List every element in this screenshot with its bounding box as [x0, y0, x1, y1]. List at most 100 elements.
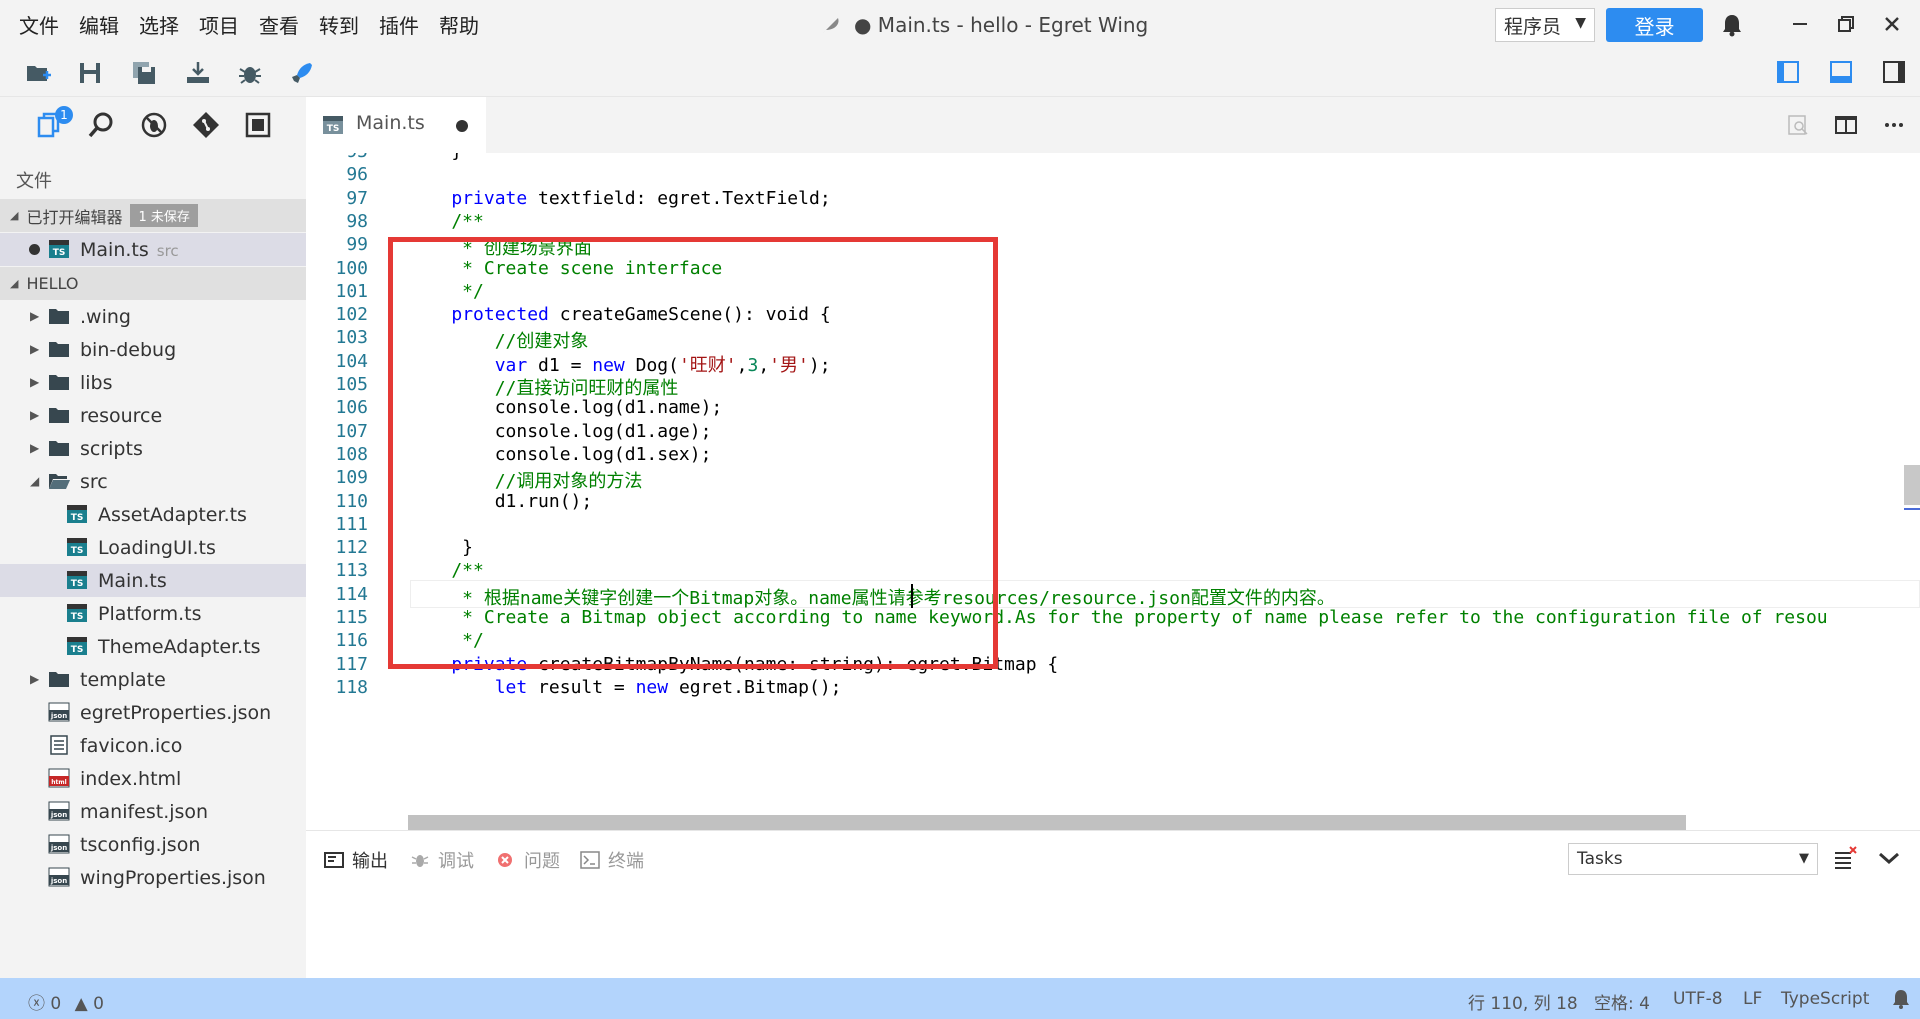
- svg-text:json: json: [50, 844, 67, 852]
- tab-problems[interactable]: 问题: [496, 847, 560, 873]
- language-mode[interactable]: TypeScript: [1781, 989, 1869, 1009]
- clear-output-icon[interactable]: [1832, 845, 1858, 871]
- chevron-right-icon[interactable]: ▶: [30, 441, 39, 455]
- tasks-select[interactable]: Tasks ▼: [1568, 843, 1818, 875]
- rocket-icon[interactable]: [288, 59, 316, 87]
- more-actions-icon[interactable]: [1882, 113, 1906, 137]
- tree-item[interactable]: ▶ template: [0, 663, 306, 696]
- tab-terminal[interactable]: 终端: [580, 847, 644, 873]
- tree-item[interactable]: ▶ resource: [0, 399, 306, 432]
- tree-item[interactable]: json manifest.json: [0, 795, 306, 828]
- chevron-right-icon[interactable]: ▶: [30, 342, 39, 356]
- vertical-scrollbar-thumb[interactable]: [1904, 465, 1920, 505]
- encoding[interactable]: UTF-8: [1673, 989, 1723, 1009]
- tree-item[interactable]: ◢ src: [0, 465, 306, 498]
- menu-item[interactable]: 转到: [312, 10, 372, 39]
- tree-item-label: bin-debug: [80, 338, 177, 361]
- tree-item-label: resource: [80, 404, 163, 427]
- menu-item[interactable]: 文件: [12, 10, 72, 39]
- no-bug-icon[interactable]: [138, 109, 170, 141]
- tree-item[interactable]: TS AssetAdapter.ts: [0, 498, 306, 531]
- minimize-icon[interactable]: [1786, 10, 1814, 38]
- open-editors-header[interactable]: ◢ 已打开编辑器 1 未保存: [0, 199, 306, 232]
- indentation[interactable]: 空格: 4: [1594, 989, 1650, 1014]
- egret-wing-window: 文件 编辑 选择 项目 查看 转到 插件 帮助 ● Main.ts - hello - Egr…: [0, 0, 1920, 1019]
- tab-terminal-label: 终端: [608, 851, 644, 872]
- git-icon[interactable]: [190, 109, 222, 141]
- open-editor-item-main-ts[interactable]: TS Main.ts src: [0, 233, 306, 266]
- tab-main-ts[interactable]: TS Main.ts: [306, 97, 486, 153]
- tree-item[interactable]: json tsconfig.json: [0, 828, 306, 861]
- close-icon[interactable]: [1878, 10, 1906, 38]
- line-number: 99: [346, 234, 368, 256]
- split-editor-icon[interactable]: [1834, 113, 1858, 137]
- menu-item[interactable]: 选择: [132, 10, 192, 39]
- html-file-icon: html: [48, 768, 70, 788]
- project-header[interactable]: ◢ HELLO: [0, 267, 306, 300]
- tree-item-label: manifest.json: [80, 800, 209, 823]
- login-button[interactable]: 登录: [1606, 8, 1703, 42]
- save-all-icon[interactable]: [130, 59, 158, 87]
- tree-item[interactable]: TS Platform.ts: [0, 597, 306, 630]
- line-number: 113: [335, 560, 368, 582]
- horizontal-scrollbar[interactable]: [408, 815, 1686, 830]
- download-icon[interactable]: [184, 59, 212, 87]
- menu-item[interactable]: 查看: [252, 10, 312, 39]
- line-number: 115: [335, 607, 368, 628]
- save-icon[interactable]: [76, 59, 104, 87]
- role-select[interactable]: 程序员 ▼: [1495, 8, 1595, 42]
- tree-item[interactable]: json wingProperties.json: [0, 861, 306, 894]
- menu-item[interactable]: 项目: [192, 10, 252, 39]
- line-number: 116: [335, 630, 368, 652]
- code-editor[interactable]: 95 96979899100101102103104105106107108109…: [306, 153, 1920, 830]
- warning-count: 0: [93, 994, 104, 1014]
- menu-item[interactable]: 帮助: [432, 10, 492, 39]
- tree-item[interactable]: TS Main.ts: [0, 564, 306, 597]
- tree-item[interactable]: ▶ .wing: [0, 300, 306, 333]
- typescript-file-icon: TS: [49, 240, 69, 258]
- tree-item[interactable]: ▶ scripts: [0, 432, 306, 465]
- tab-output[interactable]: 输出: [324, 847, 388, 873]
- restore-icon[interactable]: [1832, 10, 1860, 38]
- open-file-dir: src: [156, 241, 179, 260]
- collapse-panel-icon[interactable]: [1876, 847, 1902, 869]
- debug-icon[interactable]: [236, 59, 264, 87]
- tree-item[interactable]: TS ThemeAdapter.ts: [0, 630, 306, 663]
- tree-item[interactable]: ▶ bin-debug: [0, 333, 306, 366]
- search-icon[interactable]: [86, 109, 118, 141]
- new-folder-icon[interactable]: [24, 59, 52, 87]
- toggle-right-panel-icon[interactable]: [1881, 58, 1907, 86]
- chevron-down-icon[interactable]: ◢: [30, 474, 39, 488]
- bell-icon[interactable]: [1719, 12, 1745, 38]
- tree-item[interactable]: html index.html: [0, 762, 306, 795]
- find-in-file-icon[interactable]: [1786, 113, 1810, 137]
- chevron-right-icon[interactable]: ▶: [30, 672, 39, 686]
- menu-item[interactable]: 插件: [372, 10, 432, 39]
- output-icon: [324, 852, 344, 868]
- unsaved-dot-icon[interactable]: [456, 120, 468, 132]
- chevron-right-icon[interactable]: ▶: [30, 375, 39, 389]
- line-ending[interactable]: LF: [1743, 989, 1762, 1009]
- tab-debug[interactable]: 调试: [410, 847, 474, 873]
- typescript-file-icon: TS: [323, 116, 343, 134]
- terminal-icon: [580, 851, 600, 869]
- toggle-sidebar-icon[interactable]: [1775, 58, 1801, 86]
- tree-item[interactable]: TS LoadingUI.ts: [0, 531, 306, 564]
- svg-text:json: json: [50, 811, 67, 819]
- tree-item[interactable]: favicon.ico: [0, 729, 306, 762]
- problems-status[interactable]: ⓧ 0 ▲ 0: [28, 989, 104, 1014]
- tree-item[interactable]: ▶ libs: [0, 366, 306, 399]
- json-file-icon: json: [48, 702, 70, 722]
- cursor-position[interactable]: 行 110, 列 18: [1468, 989, 1578, 1014]
- extensions-icon[interactable]: [242, 109, 274, 141]
- tree-item-label: wingProperties.json: [80, 866, 266, 889]
- chevron-right-icon[interactable]: ▶: [30, 309, 39, 323]
- line-number: 100: [335, 257, 368, 279]
- chevron-right-icon[interactable]: ▶: [30, 408, 39, 422]
- tree-item[interactable]: json egretProperties.json: [0, 696, 306, 729]
- toggle-panel-icon[interactable]: [1828, 58, 1854, 86]
- collapse-triangle-icon: ◢: [10, 277, 19, 290]
- line-number: 96: [346, 164, 368, 186]
- notification-bell-icon[interactable]: [1890, 988, 1912, 1010]
- menu-item[interactable]: 编辑: [72, 10, 132, 39]
